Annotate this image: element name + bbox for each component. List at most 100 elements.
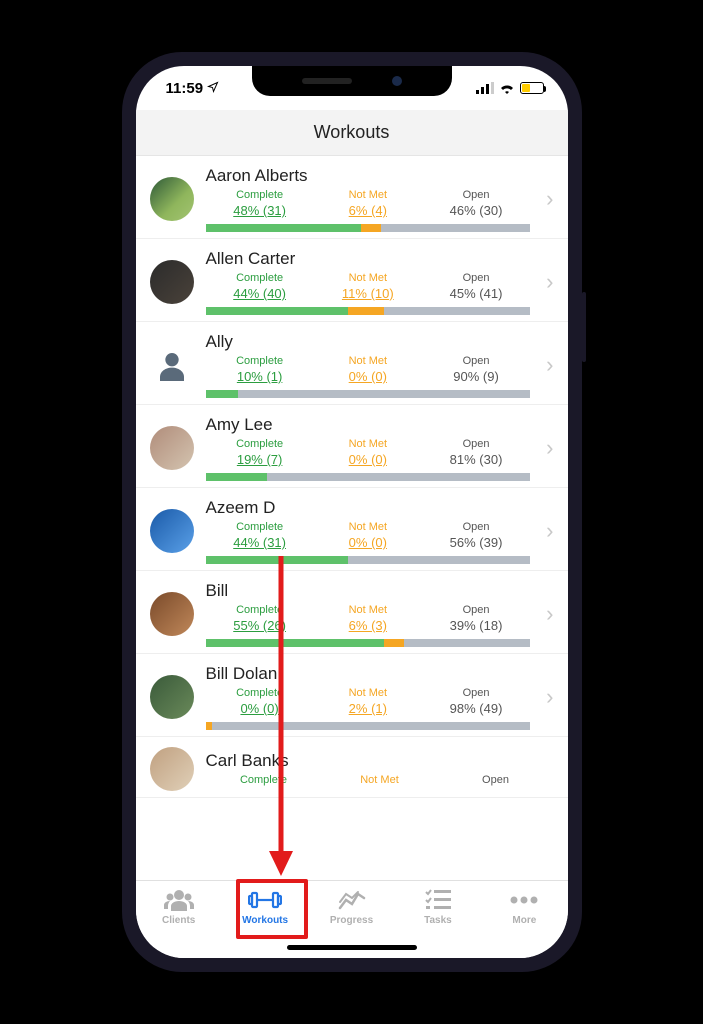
- progress-bar: [206, 224, 531, 232]
- stat-value-complete: 55% (26): [233, 618, 286, 633]
- stat-label-complete: Complete: [206, 687, 314, 699]
- tab-label: Tasks: [424, 915, 452, 926]
- stat-value-notmet: 2% (1): [349, 701, 387, 716]
- stat-label-notmet: Not Met: [322, 774, 438, 786]
- chevron-right-icon: ›: [542, 352, 553, 378]
- stat-value-complete: 48% (31): [233, 203, 286, 218]
- client-list: Aaron Alberts Complete 48% (31) Not Met 6% (…: [136, 156, 568, 880]
- avatar: [150, 426, 194, 470]
- cellular-icon: [476, 82, 494, 94]
- stat-label-open: Open: [438, 774, 554, 786]
- tab-clients[interactable]: Clients: [136, 887, 222, 958]
- stat-value-notmet: 0% (0): [349, 452, 387, 467]
- stat-label-notmet: Not Met: [314, 189, 422, 201]
- stat-label-complete: Complete: [206, 355, 314, 367]
- highlight-annotation: [236, 879, 308, 939]
- client-row[interactable]: Allen Carter Complete 44% (40) Not Met 11% (…: [136, 239, 568, 322]
- stat-value-complete: 0% (0): [240, 701, 278, 716]
- chevron-right-icon: ›: [542, 186, 553, 212]
- client-row[interactable]: Azeem DComplete44% (31)Not Met0% (0)Open…: [136, 488, 568, 571]
- stat-value-notmet: 0% (0): [349, 369, 387, 384]
- battery-icon: [520, 82, 544, 94]
- stat-value-complete: 44% (40): [233, 286, 286, 301]
- location-icon: [207, 80, 219, 97]
- chart-icon: [338, 887, 366, 913]
- more-icon: [510, 887, 538, 913]
- progress-bar: [206, 473, 531, 481]
- status-time: 11:59: [166, 80, 204, 97]
- wifi-icon: [499, 82, 515, 94]
- client-name: Aaron Alberts: [206, 166, 531, 186]
- people-icon: [164, 887, 194, 913]
- checklist-icon: [425, 887, 451, 913]
- stat-label-notmet: Not Met: [314, 521, 422, 533]
- stat-value-complete: 44% (31): [233, 535, 286, 550]
- client-row[interactable]: AllyComplete10% (1)Not Met0% (0)Open90% …: [136, 322, 568, 405]
- tab-more[interactable]: More: [481, 887, 567, 958]
- stat-value-open: 98% (49): [450, 701, 503, 716]
- stat-value-complete: 10% (1): [237, 369, 283, 384]
- stat-value-open: 81% (30): [450, 452, 503, 467]
- stat-label-open: Open: [422, 604, 530, 616]
- stat-label-complete: Complete: [206, 521, 314, 533]
- stat-label-open: Open: [422, 687, 530, 699]
- stat-value-notmet: 11% (10): [342, 286, 394, 301]
- avatar: [150, 675, 194, 719]
- stat-label-complete: Complete: [206, 272, 314, 284]
- progress-bar: [206, 639, 531, 647]
- stat-label-notmet: Not Met: [314, 687, 422, 699]
- client-name: Carl Banks: [206, 751, 554, 771]
- chevron-right-icon: ›: [542, 435, 553, 461]
- client-name: Bill: [206, 581, 531, 601]
- tab-label: Progress: [330, 915, 373, 926]
- stat-label-open: Open: [422, 438, 530, 450]
- stat-value-open: 90% (9): [453, 369, 499, 384]
- stat-label-open: Open: [422, 521, 530, 533]
- client-row[interactable]: Bill Dolan Complete 0% (0) Not Met 2% (1) Ope…: [136, 654, 568, 737]
- client-name: Ally: [206, 332, 531, 352]
- phone-frame: 11:59: [122, 52, 582, 972]
- client-row[interactable]: Carl Banks CompleteNot MetOpen: [136, 737, 568, 798]
- stat-label-notmet: Not Met: [314, 272, 422, 284]
- avatar: [150, 592, 194, 636]
- client-name: Bill Dolan: [206, 664, 531, 684]
- client-row[interactable]: Aaron Alberts Complete 48% (31) Not Met 6% (…: [136, 156, 568, 239]
- progress-bar: [206, 390, 531, 398]
- screen: 11:59: [136, 66, 568, 958]
- chevron-right-icon: ›: [542, 518, 553, 544]
- avatar: [150, 177, 194, 221]
- stat-value-open: 56% (39): [450, 535, 503, 550]
- avatar: [150, 343, 194, 387]
- client-name: Amy Lee: [206, 415, 531, 435]
- client-row[interactable]: BillComplete55% (26)Not Met6% (3)Open39%…: [136, 571, 568, 654]
- client-name: Allen Carter: [206, 249, 531, 269]
- stat-label-notmet: Not Met: [314, 438, 422, 450]
- stat-value-complete: 19% (7): [237, 452, 283, 467]
- chevron-right-icon: ›: [542, 269, 553, 295]
- avatar: [150, 260, 194, 304]
- notch: [252, 66, 452, 96]
- progress-bar: [206, 556, 531, 564]
- stat-value-open: 45% (41): [450, 286, 503, 301]
- avatar: [150, 747, 194, 791]
- stat-label-notmet: Not Met: [314, 355, 422, 367]
- avatar: [150, 509, 194, 553]
- home-indicator[interactable]: [287, 945, 417, 950]
- chevron-right-icon: ›: [542, 601, 553, 627]
- tab-bar: Clients Workouts: [136, 880, 568, 958]
- tab-label: More: [512, 915, 536, 926]
- client-row[interactable]: Amy Lee Complete 19% (7) Not Met 0% (0) Open 8…: [136, 405, 568, 488]
- tab-label: Clients: [162, 915, 195, 926]
- progress-bar: [206, 722, 531, 730]
- stat-value-open: 39% (18): [450, 618, 503, 633]
- stat-label-open: Open: [422, 272, 530, 284]
- stat-label-complete: Complete: [206, 189, 314, 201]
- stat-label-open: Open: [422, 189, 530, 201]
- stat-value-notmet: 6% (4): [349, 203, 387, 218]
- stat-value-open: 46% (30): [450, 203, 503, 218]
- stat-label-notmet: Not Met: [314, 604, 422, 616]
- stat-label-complete: Complete: [206, 438, 314, 450]
- progress-bar: [206, 307, 531, 315]
- stat-label-complete: Complete: [206, 774, 322, 786]
- stat-value-notmet: 6% (3): [349, 618, 387, 633]
